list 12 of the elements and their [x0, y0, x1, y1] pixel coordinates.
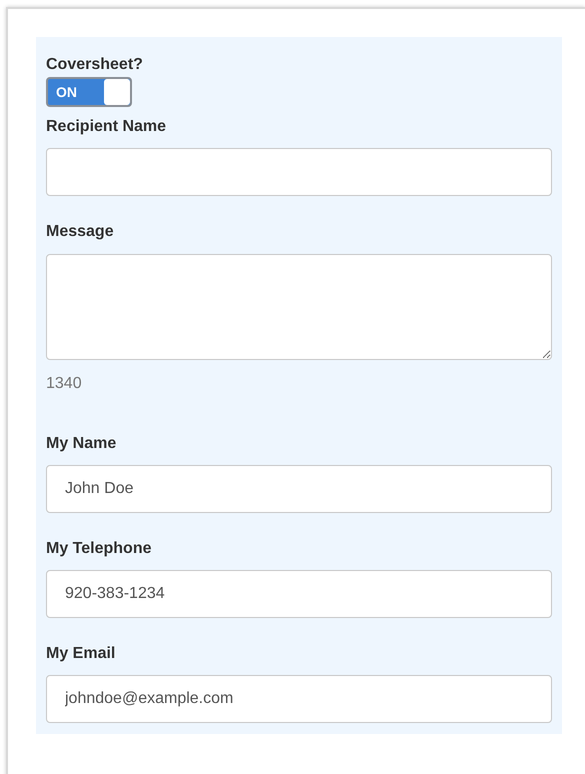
- field-label: Coversheet?: [46, 55, 143, 75]
- input-field[interactable]: 920-383-1234: [46, 570, 552, 618]
- field-label: My Telephone: [46, 539, 152, 559]
- input-field[interactable]: [46, 148, 552, 196]
- field-label: My Email: [46, 644, 116, 664]
- field-label: Recipient Name: [46, 117, 168, 137]
- field-label: My Name: [46, 434, 118, 454]
- input-field[interactable]: John Doe: [46, 465, 552, 513]
- toggle-switch[interactable]: ON: [46, 77, 132, 107]
- message-field[interactable]: [46, 254, 552, 360]
- character-counter: 1340: [46, 374, 83, 394]
- field-label: Message: [46, 222, 115, 242]
